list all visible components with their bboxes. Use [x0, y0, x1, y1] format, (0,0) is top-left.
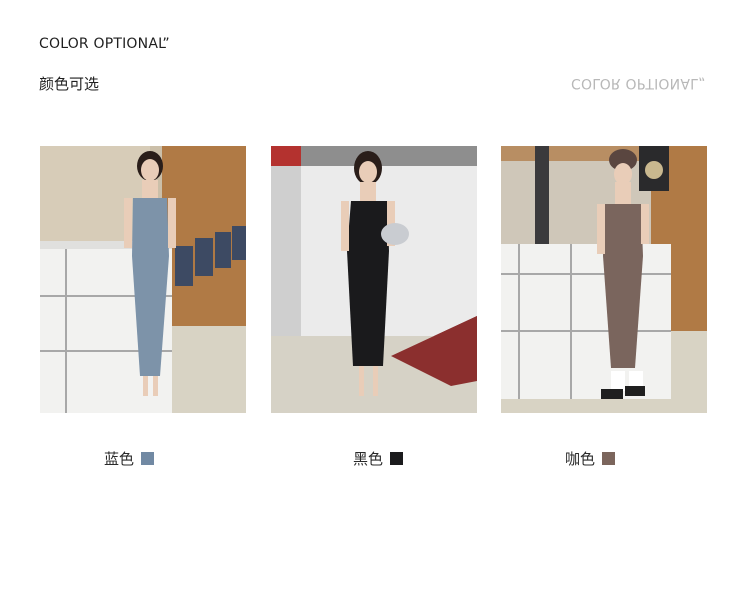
mirrored-title: COLOR OPTIONAL„ [571, 75, 706, 91]
swatch-coffee [602, 452, 616, 465]
color-option-blue[interactable]: 蓝色 [104, 448, 155, 469]
color-option-coffee[interactable]: 咖色 [565, 448, 616, 469]
color-label-coffee: 咖色 [565, 450, 596, 468]
section-title-cn: 颜色可选 [39, 75, 100, 93]
swatch-blue [141, 452, 155, 465]
swatch-black [390, 452, 404, 465]
section-title-en: COLOR OPTIONAL” [39, 36, 170, 52]
color-label-black: 黑色 [353, 450, 384, 468]
color-label-blue: 蓝色 [104, 450, 135, 468]
color-option-black[interactable]: 黑色 [353, 448, 404, 469]
product-photo-coffee[interactable] [501, 146, 707, 413]
product-photo-black[interactable] [271, 146, 477, 413]
product-photo-blue[interactable] [40, 146, 246, 413]
